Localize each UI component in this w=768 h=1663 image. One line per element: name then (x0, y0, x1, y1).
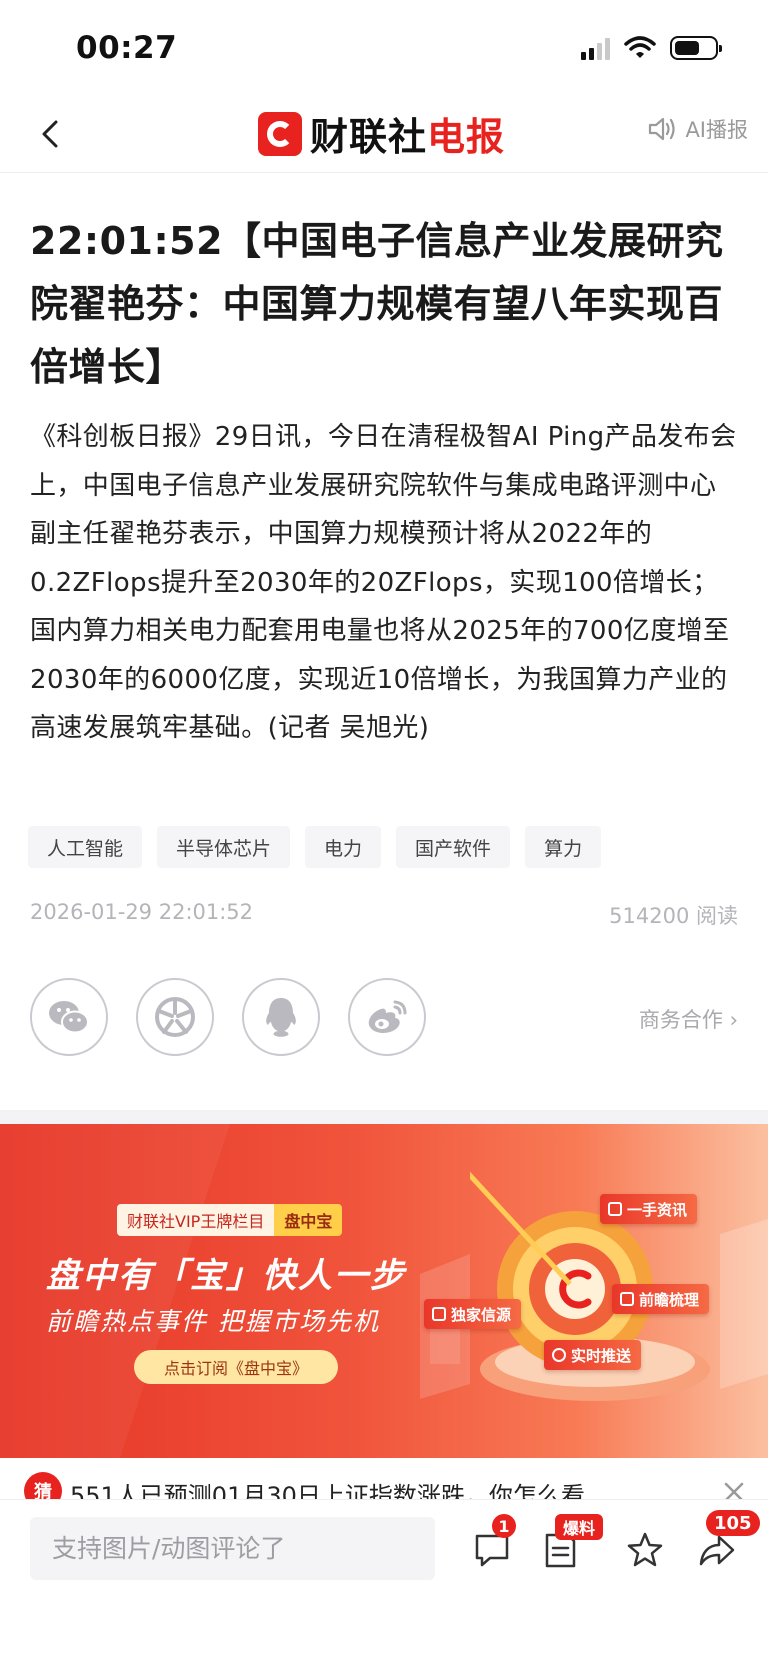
back-arrow-icon[interactable] (32, 114, 72, 154)
tag-semiconductor[interactable]: 半导体芯片 (157, 826, 291, 868)
wechat-icon (49, 1001, 89, 1034)
chip-forward-analysis: 前瞻梳理 (612, 1284, 710, 1314)
chip-forward-analysis-label: 前瞻梳理 (639, 1290, 700, 1309)
comment-input[interactable] (30, 1517, 435, 1580)
share-moments-button[interactable] (136, 978, 214, 1056)
bottom-action-bar: 1 爆料 105 (0, 1500, 768, 1663)
status-bar: 00:27 (0, 0, 768, 100)
banner-title: 盘中有「宝」快人一步 (46, 1256, 406, 1296)
chip-exclusive-source-label: 独家信源 (451, 1305, 512, 1324)
share-row (30, 978, 426, 1056)
article-body: 《科创板日报》29日讯，今日在清程极智AI Ping产品发布会上，中国电子信息产… (30, 422, 737, 743)
wifi-icon (624, 36, 656, 58)
weibo-icon (368, 1000, 407, 1033)
brand-title: 财联社电报 (310, 106, 505, 161)
moments-icon (155, 997, 195, 1037)
nav-bar: 财联社电报 AI播报 (0, 100, 768, 173)
read-count: 514200 阅读 (609, 904, 738, 928)
tag-domestic-software[interactable]: 国产软件 (396, 826, 511, 868)
bar-chart-icon (620, 1292, 634, 1306)
prediction-text[interactable]: 551人已预测01月30日上证指数涨跌，你怎么看 (70, 1476, 585, 1500)
brand-title-part1: 财联社 (310, 115, 428, 159)
banner-subscribe-button[interactable]: 点击订阅《盘中宝》 (134, 1350, 338, 1384)
article: 22:01:52【中国电子信息产业发展研究院翟艳芬：中国算力规模有望八年实现百倍… (30, 210, 742, 753)
promo-banner[interactable]: 财联社VIP王牌栏目 盘中宝 盘中有「宝」快人一步 前瞻热点事件 把握市场先机 … (0, 1124, 768, 1458)
status-icons (581, 36, 722, 60)
share-qq-button[interactable] (242, 978, 320, 1056)
brand-logo: 财联社电报 (258, 106, 505, 161)
article-headline: 22:01:52【中国电子信息产业发展研究院翟艳芬：中国算力规模有望八年实现百倍… (30, 219, 724, 389)
banner-pill-right: 盘中宝 (274, 1204, 343, 1236)
share-count-badge: 105 (706, 1510, 760, 1536)
share-wechat-button[interactable] (30, 978, 108, 1056)
tag-ai[interactable]: 人工智能 (28, 826, 143, 868)
chip-realtime-push-label: 实时推送 (571, 1346, 632, 1365)
ai-play-label: AI播报 (685, 118, 748, 142)
publish-datetime: 2026-01-29 22:01:52 (30, 900, 254, 924)
section-divider (0, 1110, 768, 1124)
tag-power[interactable]: 电力 (305, 826, 382, 868)
chip-exclusive-source: 独家信源 (424, 1299, 522, 1329)
brand-title-part2: 电报 (427, 115, 506, 159)
banner-pill-left: 财联社VIP王牌栏目 (117, 1204, 275, 1236)
ai-play-button[interactable]: AI播报 (647, 114, 748, 144)
tipoff-badge: 爆料 (555, 1514, 604, 1540)
share-arrow-icon[interactable] (697, 1530, 737, 1570)
favorite-star-icon[interactable] (625, 1530, 665, 1570)
chip-realtime-push: 实时推送 (544, 1340, 642, 1370)
cellular-signal-icon (581, 36, 610, 60)
cls-logo-icon (258, 111, 302, 156)
clock-icon (552, 1348, 566, 1362)
phone-icon (608, 1202, 622, 1216)
status-time: 00:27 (76, 30, 178, 66)
tag-list: 人工智能 半导体芯片 电力 国产软件 算力 (28, 826, 602, 868)
banner-subtitle: 前瞻热点事件 把握市场先机 (46, 1307, 380, 1336)
close-icon[interactable] (722, 1480, 746, 1500)
banner-pill: 财联社VIP王牌栏目 盘中宝 (117, 1204, 343, 1236)
chip-first-hand-info: 一手资讯 (600, 1194, 698, 1224)
guess-badge: 猜 (24, 1472, 62, 1500)
tag-computing-power[interactable]: 算力 (525, 826, 602, 868)
person-icon (432, 1307, 446, 1321)
chip-first-hand-info-label: 一手资讯 (627, 1200, 688, 1219)
business-cooperation-link[interactable]: 商务合作 › (639, 1004, 738, 1034)
comment-count-badge: 1 (492, 1514, 516, 1538)
share-weibo-button[interactable] (348, 978, 426, 1056)
qq-icon (266, 998, 296, 1037)
battery-icon (670, 36, 722, 60)
speaker-icon (649, 117, 676, 141)
prediction-notice[interactable]: 猜 551人已预测01月30日上证指数涨跌，你怎么看 (0, 1458, 768, 1500)
